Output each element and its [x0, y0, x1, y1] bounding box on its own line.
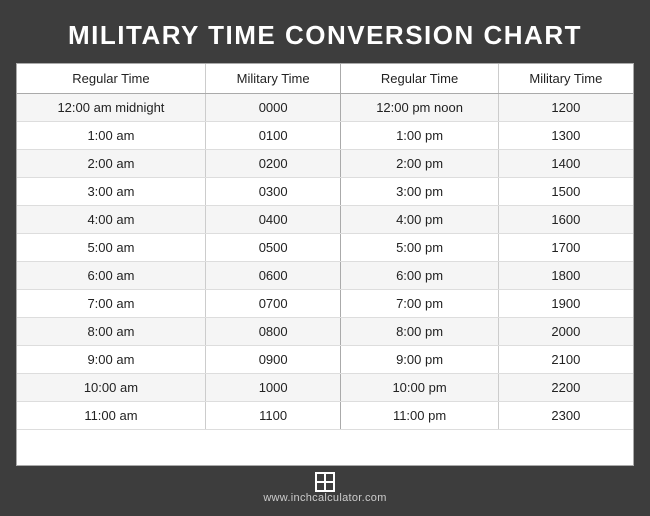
- footer-url: www.inchcalculator.com: [263, 492, 386, 504]
- table-cell: 5:00 am: [17, 234, 205, 262]
- page-title: MILITARY TIME CONVERSION CHART: [16, 20, 634, 51]
- conversion-table: Regular Time Military Time Regular Time …: [17, 64, 633, 430]
- table-cell: 1:00 am: [17, 122, 205, 150]
- table-cell: 8:00 pm: [341, 318, 498, 346]
- table-cell: 1800: [498, 262, 633, 290]
- table-row: 2:00 am02002:00 pm1400: [17, 150, 633, 178]
- table-cell: 1500: [498, 178, 633, 206]
- page-wrapper: MILITARY TIME CONVERSION CHART Regular T…: [0, 0, 650, 516]
- table-cell: 6:00 am: [17, 262, 205, 290]
- table-header-row: Regular Time Military Time Regular Time …: [17, 64, 633, 94]
- table-cell: 7:00 am: [17, 290, 205, 318]
- table-cell: 1000: [205, 374, 341, 402]
- table-cell: 12:00 am midnight: [17, 94, 205, 122]
- table-row: 6:00 am06006:00 pm1800: [17, 262, 633, 290]
- table-cell: 12:00 pm noon: [341, 94, 498, 122]
- col-header-military-time-pm: Military Time: [498, 64, 633, 94]
- table-cell: 1100: [205, 402, 341, 430]
- table-cell: 1900: [498, 290, 633, 318]
- table-cell: 5:00 pm: [341, 234, 498, 262]
- table-row: 4:00 am04004:00 pm1600: [17, 206, 633, 234]
- table-cell: 11:00 pm: [341, 402, 498, 430]
- col-header-regular-time-pm: Regular Time: [341, 64, 498, 94]
- table-row: 7:00 am07007:00 pm1900: [17, 290, 633, 318]
- table-row: 10:00 am100010:00 pm2200: [17, 374, 633, 402]
- table-cell: 1600: [498, 206, 633, 234]
- table-cell: 0000: [205, 94, 341, 122]
- table-cell: 0800: [205, 318, 341, 346]
- table-row: 3:00 am03003:00 pm1500: [17, 178, 633, 206]
- table-cell: 0200: [205, 150, 341, 178]
- col-header-military-time-am: Military Time: [205, 64, 341, 94]
- col-header-regular-time-am: Regular Time: [17, 64, 205, 94]
- table-container: Regular Time Military Time Regular Time …: [16, 63, 634, 466]
- table-cell: 0300: [205, 178, 341, 206]
- table-cell: 10:00 am: [17, 374, 205, 402]
- table-cell: 2200: [498, 374, 633, 402]
- table-row: 8:00 am08008:00 pm2000: [17, 318, 633, 346]
- table-cell: 2000: [498, 318, 633, 346]
- title-bar: MILITARY TIME CONVERSION CHART: [16, 14, 634, 63]
- table-cell: 3:00 am: [17, 178, 205, 206]
- table-cell: 0100: [205, 122, 341, 150]
- table-icon: [315, 472, 335, 492]
- table-cell: 0700: [205, 290, 341, 318]
- table-cell: 1700: [498, 234, 633, 262]
- table-cell: 1200: [498, 94, 633, 122]
- table-cell: 1:00 pm: [341, 122, 498, 150]
- table-cell: 2100: [498, 346, 633, 374]
- table-cell: 2300: [498, 402, 633, 430]
- table-cell: 7:00 pm: [341, 290, 498, 318]
- table-row: 1:00 am01001:00 pm1300: [17, 122, 633, 150]
- table-row: 9:00 am09009:00 pm2100: [17, 346, 633, 374]
- table-cell: 0900: [205, 346, 341, 374]
- table-cell: 4:00 pm: [341, 206, 498, 234]
- table-cell: 4:00 am: [17, 206, 205, 234]
- table-cell: 9:00 pm: [341, 346, 498, 374]
- table-row: 12:00 am midnight000012:00 pm noon1200: [17, 94, 633, 122]
- table-cell: 1300: [498, 122, 633, 150]
- table-cell: 0400: [205, 206, 341, 234]
- table-cell: 2:00 pm: [341, 150, 498, 178]
- table-row: 11:00 am110011:00 pm2300: [17, 402, 633, 430]
- table-cell: 3:00 pm: [341, 178, 498, 206]
- table-cell: 8:00 am: [17, 318, 205, 346]
- table-cell: 0600: [205, 262, 341, 290]
- table-cell: 11:00 am: [17, 402, 205, 430]
- table-cell: 0500: [205, 234, 341, 262]
- table-cell: 6:00 pm: [341, 262, 498, 290]
- table-cell: 9:00 am: [17, 346, 205, 374]
- table-row: 5:00 am05005:00 pm1700: [17, 234, 633, 262]
- table-cell: 10:00 pm: [341, 374, 498, 402]
- table-cell: 1400: [498, 150, 633, 178]
- table-cell: 2:00 am: [17, 150, 205, 178]
- footer: www.inchcalculator.com: [16, 466, 634, 506]
